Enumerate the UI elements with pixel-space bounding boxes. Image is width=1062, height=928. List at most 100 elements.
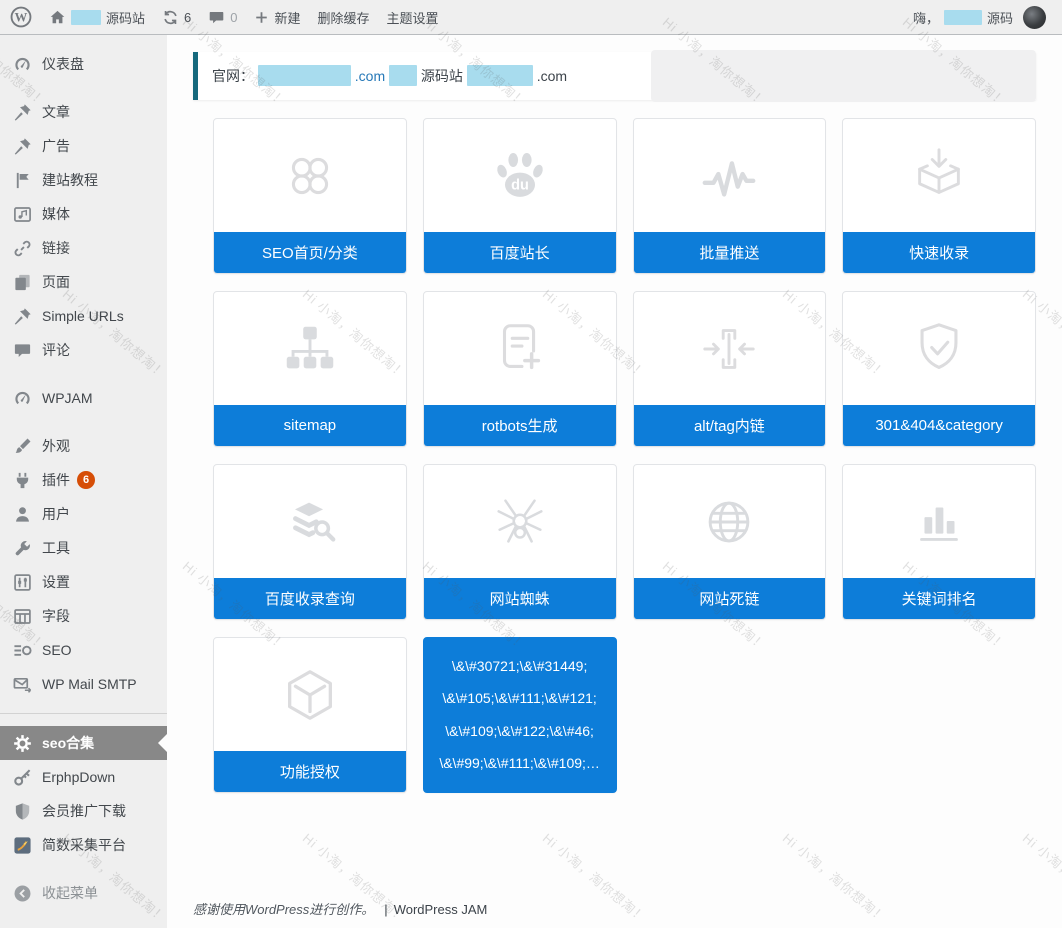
- card-redirect-404-category[interactable]: 301&404&category: [842, 291, 1036, 447]
- spider-icon: [424, 465, 616, 578]
- card-fast-include[interactable]: 快速收录: [842, 118, 1036, 274]
- sidebar-item-wp-mail-smtp[interactable]: WP Mail SMTP: [0, 667, 167, 701]
- layers-search-icon: [214, 465, 406, 578]
- card-label: sitemap: [214, 405, 406, 446]
- gauge-icon: [12, 388, 33, 409]
- comment-icon: [12, 340, 33, 361]
- sidebar-item-users[interactable]: 用户: [0, 497, 167, 531]
- sidebar-item-plugins[interactable]: 插件6: [0, 463, 167, 497]
- wp-logo-button[interactable]: W: [10, 6, 32, 28]
- card-site-spider[interactable]: 网站蜘蛛: [423, 464, 617, 620]
- feature-card-grid: SEO首页/分类du百度站长批量推送快速收录 sitemap rotbots生成 al…: [213, 118, 1036, 793]
- footer-thanks-link[interactable]: 感谢使用WordPress进行创作。: [193, 902, 374, 917]
- site-menu-button[interactable]: 源码站: [49, 8, 145, 27]
- card-alt-tag-inlink[interactable]: alt/tag内链: [633, 291, 827, 447]
- inlink-icon: [634, 292, 826, 405]
- card-baidu-webmaster[interactable]: du百度站长: [423, 118, 617, 274]
- entity-text-card[interactable]: \&\#30721;\&\#31449;\&\#105;\&\#111;\&\#…: [423, 637, 617, 793]
- notice-domain-suffix: .com: [537, 68, 567, 84]
- updates-button[interactable]: 6: [162, 9, 191, 26]
- sidebar-item-site-tutorial[interactable]: 建站教程: [0, 163, 167, 197]
- card-site-dead-links[interactable]: 网站死链: [633, 464, 827, 620]
- redacted-gray-area: [651, 50, 1036, 102]
- sidebar-item-wpjam[interactable]: WPJAM: [0, 381, 167, 415]
- gauge-icon: [12, 54, 33, 75]
- sidebar-item-collapse-menu[interactable]: 收起菜单: [0, 876, 167, 910]
- sidebar-item-simple-urls[interactable]: Simple URLs: [0, 299, 167, 333]
- card-label: 快速收录: [843, 232, 1035, 273]
- theme-settings-button[interactable]: 主题设置: [387, 8, 439, 27]
- avatar: [1023, 6, 1046, 29]
- sidebar-item-appearance[interactable]: 外观: [0, 429, 167, 463]
- seo-list-icon: [12, 640, 33, 661]
- card-label: 功能授权: [214, 751, 406, 792]
- greeting-text: 嗨，: [913, 8, 939, 27]
- card-sitemap[interactable]: sitemap: [213, 291, 407, 447]
- box-receive-icon: [843, 119, 1035, 232]
- card-seo-home-category[interactable]: SEO首页/分类: [213, 118, 407, 274]
- sidebar-item-label: seo合集: [42, 733, 94, 753]
- sidebar-item-posts[interactable]: 文章: [0, 95, 167, 129]
- entity-card-line: \&\#109;\&\#122;\&\#46;: [428, 723, 612, 741]
- pin-icon: [12, 136, 33, 157]
- redacted-username: [944, 10, 982, 25]
- admin-bar-right: 嗨， 源码: [913, 6, 1046, 29]
- sidebar-divider: [0, 713, 167, 714]
- card-robots-generate[interactable]: rotbots生成: [423, 291, 617, 447]
- card-feature-license[interactable]: 功能授权: [213, 637, 407, 793]
- card-baidu-index-query[interactable]: 百度收录查询: [213, 464, 407, 620]
- sidebar-item-label: 评论: [42, 340, 70, 360]
- sidebar-item-label: WP Mail SMTP: [42, 676, 137, 692]
- site-name: 源码站: [106, 8, 145, 27]
- comments-button[interactable]: 0: [208, 9, 237, 26]
- sidebar-item-jianshu-collect[interactable]: 简数采集平台: [0, 828, 167, 862]
- svg-text:du: du: [511, 177, 529, 193]
- shield-icon: [12, 801, 33, 822]
- wrench-icon: [12, 538, 33, 559]
- sidebar-item-seo[interactable]: SEO: [0, 633, 167, 667]
- official-site-link[interactable]: .com: [355, 68, 385, 84]
- card-label: 301&404&category: [843, 405, 1035, 446]
- sidebar-item-fields[interactable]: 字段: [0, 599, 167, 633]
- shield-check-icon: [843, 292, 1035, 405]
- pin-icon: [12, 306, 33, 327]
- key-icon: [12, 767, 33, 788]
- sidebar-item-member-promo-download[interactable]: 会员推广下载: [0, 794, 167, 828]
- sidebar-item-label: 链接: [42, 238, 70, 258]
- card-label: alt/tag内链: [634, 405, 826, 446]
- new-content-button[interactable]: 新建: [254, 8, 300, 27]
- sidebar-item-ads[interactable]: 广告: [0, 129, 167, 163]
- collapse-icon: [12, 883, 33, 904]
- flag-icon: [12, 170, 33, 191]
- clear-cache-button[interactable]: 删除缓存: [318, 8, 370, 27]
- sidebar-item-pages[interactable]: 页面: [0, 265, 167, 299]
- sidebar-item-dashboard[interactable]: 仪表盘: [0, 47, 167, 81]
- sidebar-item-comments[interactable]: 评论: [0, 333, 167, 367]
- sidebar-item-tools[interactable]: 工具: [0, 531, 167, 565]
- cube-icon: [214, 638, 406, 751]
- notice-site-text: 源码站: [421, 68, 463, 84]
- sidebar-item-label: 设置: [42, 572, 70, 592]
- sidebar-item-label: SEO: [42, 642, 72, 658]
- plugins-update-badge: 6: [77, 471, 95, 489]
- sidebar-item-media[interactable]: 媒体: [0, 197, 167, 231]
- sidebar-item-settings[interactable]: 设置: [0, 565, 167, 599]
- sidebar-item-seo-collection[interactable]: seo合集: [0, 726, 167, 760]
- document-plus-icon: [424, 292, 616, 405]
- footer-brand: WordPress JAM: [394, 902, 488, 917]
- card-batch-push[interactable]: 批量推送: [633, 118, 827, 274]
- redacted-site-name: [71, 10, 101, 25]
- sidebar-item-links[interactable]: 链接: [0, 231, 167, 265]
- media-icon: [12, 204, 33, 225]
- pages-icon: [12, 272, 33, 293]
- user-icon: [12, 504, 33, 525]
- sidebar-item-label: 收起菜单: [42, 883, 98, 903]
- entity-card-line: \&\#99;\&\#111;\&\#109;…: [428, 755, 612, 773]
- card-keyword-ranking[interactable]: 关键词排名: [842, 464, 1036, 620]
- sidebar-item-erphpdown[interactable]: ErphpDown: [0, 760, 167, 794]
- notice-bar: 官网： .com 源码站 .com: [193, 52, 1036, 100]
- my-account-button[interactable]: 嗨， 源码: [913, 6, 1046, 29]
- clear-cache-label: 删除缓存: [318, 8, 370, 27]
- card-label: 关键词排名: [843, 578, 1035, 619]
- plug-icon: [12, 470, 33, 491]
